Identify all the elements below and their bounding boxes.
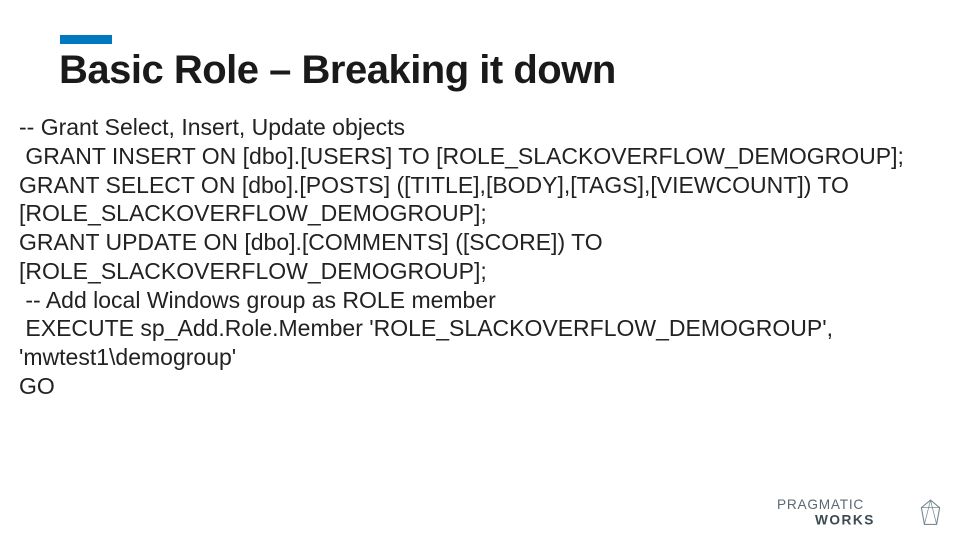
code-line: EXECUTE sp_Add.Role.Member 'ROLE_SLACKOV… — [19, 314, 935, 372]
slide-title: Basic Role – Breaking it down — [59, 48, 616, 93]
code-line: GO — [19, 372, 935, 401]
slide-body: -- Grant Select, Insert, Update objects … — [19, 113, 935, 401]
logo-gem-icon — [921, 500, 939, 524]
logo-line1: PRAGMATIC — [777, 497, 864, 512]
code-line: -- Grant Select, Insert, Update objects — [19, 113, 935, 142]
logo-line2: WORKS — [815, 512, 875, 527]
code-line: GRANT INSERT ON [dbo].[USERS] TO [ROLE_S… — [19, 142, 935, 171]
code-line: GRANT UPDATE ON [dbo].[COMMENTS] ([SCORE… — [19, 228, 935, 286]
pragmatic-works-logo: PRAGMATIC WORKS — [777, 494, 944, 532]
title-accent-bar — [60, 35, 112, 44]
slide: Basic Role – Breaking it down -- Grant S… — [0, 0, 960, 540]
code-line: -- Add local Windows group as ROLE membe… — [19, 286, 935, 315]
code-line: GRANT SELECT ON [dbo].[POSTS] ([TITLE],[… — [19, 171, 935, 229]
